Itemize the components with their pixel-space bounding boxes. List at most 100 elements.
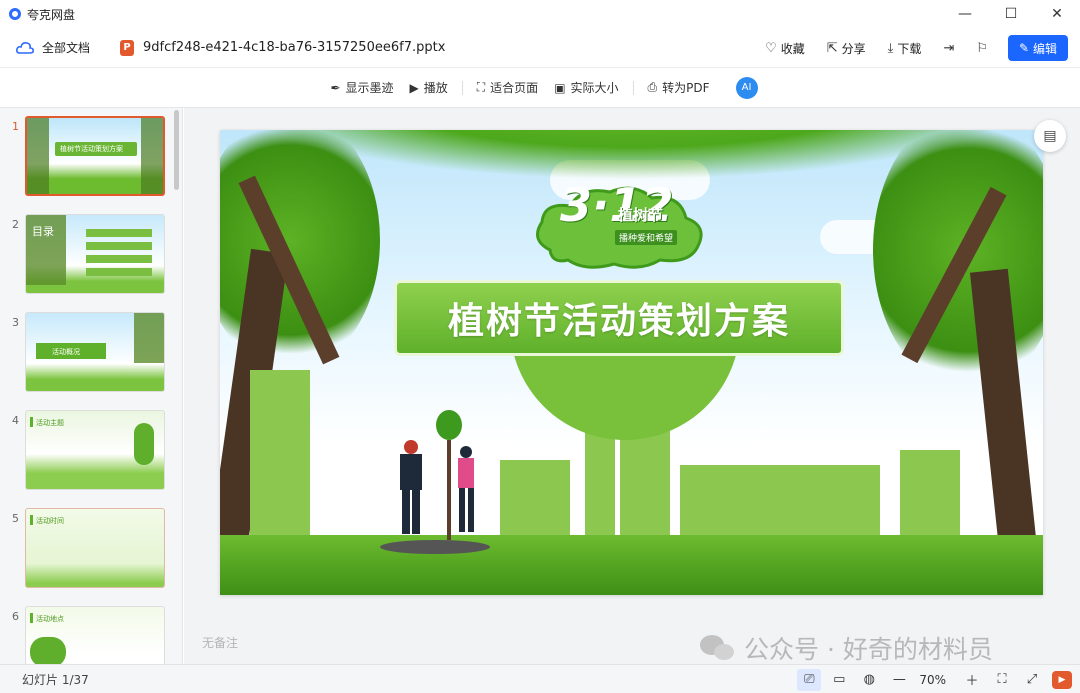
favorite-label: 收藏 xyxy=(780,41,805,56)
all-docs-link[interactable]: 全部文档 xyxy=(42,39,90,56)
toolbar-divider xyxy=(632,80,634,95)
thumbnail-item[interactable]: 4 活动主题 xyxy=(0,410,175,492)
city-silhouette xyxy=(500,460,570,540)
play-label: 播放 xyxy=(423,81,448,95)
app-logo-icon xyxy=(9,8,21,20)
view-toolbar: ✒ 显示墨迹 ▶ 播放 ⛶ 适合页面 ▣ 实际大小 ⎙ 转为PDF AI xyxy=(0,68,1080,108)
fullscreen-icon: ⤢ xyxy=(1026,672,1038,687)
thumbnail-preview: 植树节活动策划方案 xyxy=(25,116,165,196)
wechat-icon xyxy=(700,635,734,660)
zoom-level: 70% xyxy=(919,672,946,687)
fullscreen-button[interactable]: ⤢ xyxy=(1020,669,1044,691)
document-header: 全部文档 P 9dfcf248-e421-4c18-ba76-3157250ee… xyxy=(0,28,1080,68)
thumbnail-item[interactable]: 3 活动概况 xyxy=(0,312,175,394)
notes-view-icon: ▭ xyxy=(833,672,846,687)
window-controls: — ☐ ✕ xyxy=(942,0,1080,28)
grass-ground xyxy=(220,535,1043,595)
thumbnails-scrollbar[interactable] xyxy=(174,110,179,190)
feedback-icon: ⚐ xyxy=(976,40,988,56)
thumbnail-preview: 目录 xyxy=(25,214,165,294)
share-icon: ⇱ xyxy=(826,40,838,56)
share-button[interactable]: ⇱ 分享 xyxy=(827,40,866,57)
thumbnail-title: 植树节活动策划方案 xyxy=(60,145,123,153)
city-silhouette xyxy=(250,370,310,540)
heart-icon: ♡ xyxy=(765,40,777,56)
slide-notes-toggle-button[interactable]: ▤ xyxy=(1034,120,1066,152)
minimize-button[interactable]: — xyxy=(942,0,988,28)
toolbar-divider xyxy=(461,80,463,95)
thumbnail-preview: 活动地点 xyxy=(25,606,165,664)
city-silhouette xyxy=(900,450,960,540)
ink-pen-icon: ✒ xyxy=(330,80,341,95)
thumbnail-preview: 活动时间 xyxy=(25,508,165,588)
export-icon: ⇥ xyxy=(943,40,955,56)
web-view-button[interactable]: ◍ xyxy=(857,669,881,691)
ai-assistant-button[interactable]: AI xyxy=(735,76,758,99)
actual-size-label: 实际大小 xyxy=(570,81,619,95)
download-button[interactable]: ⤓ 下载 xyxy=(888,40,922,57)
thumbnail-item[interactable]: 6 活动地点 xyxy=(0,606,175,664)
fit-page-icon: ⛶ xyxy=(476,80,486,94)
thumbnail-title: 目录 xyxy=(32,225,54,238)
notes-placeholder: 无备注 xyxy=(202,636,239,650)
close-button[interactable]: ✕ xyxy=(1034,0,1080,28)
actual-size-button[interactable]: ▣ 实际大小 xyxy=(554,79,618,96)
thumbnail-title: 活动主题 xyxy=(36,419,64,427)
favorite-button[interactable]: ♡ 收藏 xyxy=(765,40,805,57)
edit-label: 编辑 xyxy=(1033,41,1058,56)
slide-counter: 幻灯片 1/37 xyxy=(22,672,89,687)
globe-icon: ◍ xyxy=(863,672,875,687)
slide-thumbnails-panel: 1 植树节活动策划方案 2 目录 3 活动概况 4 活动主题 5 活动时间 6 … xyxy=(0,108,183,664)
planting-people-figure xyxy=(380,410,490,570)
thumbnail-number: 4 xyxy=(12,414,19,427)
city-silhouette xyxy=(680,465,880,540)
play-icon: ▶ xyxy=(409,80,419,95)
zoom-in-button[interactable]: ＋ xyxy=(960,669,984,691)
normal-view-button[interactable]: ⎚ xyxy=(797,668,822,691)
thumbnail-preview: 活动主题 xyxy=(25,410,165,490)
thumbnail-item[interactable]: 1 植树节活动策划方案 xyxy=(0,116,175,198)
watermark-text: 公众号 · 好奇的材料员 xyxy=(744,635,993,664)
share-label: 分享 xyxy=(841,41,866,56)
normal-view-icon: ⎚ xyxy=(804,672,815,687)
thumbnail-item[interactable]: 2 目录 xyxy=(0,214,175,296)
watermark: 公众号 · 好奇的材料员 xyxy=(698,630,993,666)
show-ink-label: 显示墨迹 xyxy=(345,81,394,95)
thumbnail-number: 1 xyxy=(12,120,19,133)
notes-view-button[interactable]: ▭ xyxy=(827,669,851,691)
pptx-file-icon: P xyxy=(120,39,135,56)
thumbnail-item[interactable]: 5 活动时间 xyxy=(0,508,175,590)
plus-icon: ＋ xyxy=(965,674,979,689)
file-name: 9dfcf248-e421-4c18-ba76-3157250ee6f7.ppt… xyxy=(143,40,446,55)
pdf-icon: ⎙ xyxy=(647,80,658,94)
logo-name: 植树节 xyxy=(618,206,664,224)
slideshow-button[interactable]: ▶ xyxy=(1052,670,1072,689)
thumbnail-title: 活动概况 xyxy=(52,348,80,356)
feedback-button[interactable]: ⚐ xyxy=(976,41,988,56)
status-bar: 幻灯片 1/37 ⎚ ▭ ◍ — 70% ＋ ⛶ ⤢ ▶ xyxy=(0,664,1080,693)
zoom-out-button[interactable]: — xyxy=(887,669,911,691)
maximize-button[interactable]: ☐ xyxy=(988,0,1034,28)
convert-pdf-button[interactable]: ⎙ 转为PDF xyxy=(648,79,710,96)
show-ink-button[interactable]: ✒ 显示墨迹 xyxy=(330,79,393,96)
fit-page-label: 适合页面 xyxy=(490,81,539,95)
play-icon: ▶ xyxy=(1058,674,1066,685)
thumbnail-number: 5 xyxy=(12,512,19,525)
slide-canvas: 植树节活动策划方案 3·12 植树节 播种爱和希望 ▤ 无备注 xyxy=(184,108,1080,664)
actual-size-icon: ▣ xyxy=(554,80,566,95)
minus-icon: — xyxy=(892,672,906,687)
slide-title: 植树节活动策划方案 xyxy=(447,301,790,342)
pencil-icon: ✎ xyxy=(1018,41,1030,55)
export-button[interactable]: ⇥ xyxy=(943,41,954,56)
logo-slogan: 播种爱和希望 xyxy=(615,230,678,245)
edit-button[interactable]: ✎ 编辑 xyxy=(1008,35,1068,61)
fit-page-button[interactable]: ⛶ 适合页面 xyxy=(477,79,538,96)
play-button[interactable]: ▶ 播放 xyxy=(410,79,448,96)
header-actions: ♡ 收藏 ⇱ 分享 ⤓ 下载 ⇥ ⚐ ✎ 编辑 xyxy=(743,28,1068,68)
thumbnail-title: 活动时间 xyxy=(36,517,64,525)
notes-icon: ▤ xyxy=(1043,128,1057,144)
current-slide: 植树节活动策划方案 3·12 植树节 播种爱和希望 xyxy=(220,130,1043,595)
fit-window-button[interactable]: ⛶ xyxy=(990,669,1014,691)
app-title: 夸克网盘 xyxy=(27,7,76,22)
cloud-icon xyxy=(16,41,34,54)
